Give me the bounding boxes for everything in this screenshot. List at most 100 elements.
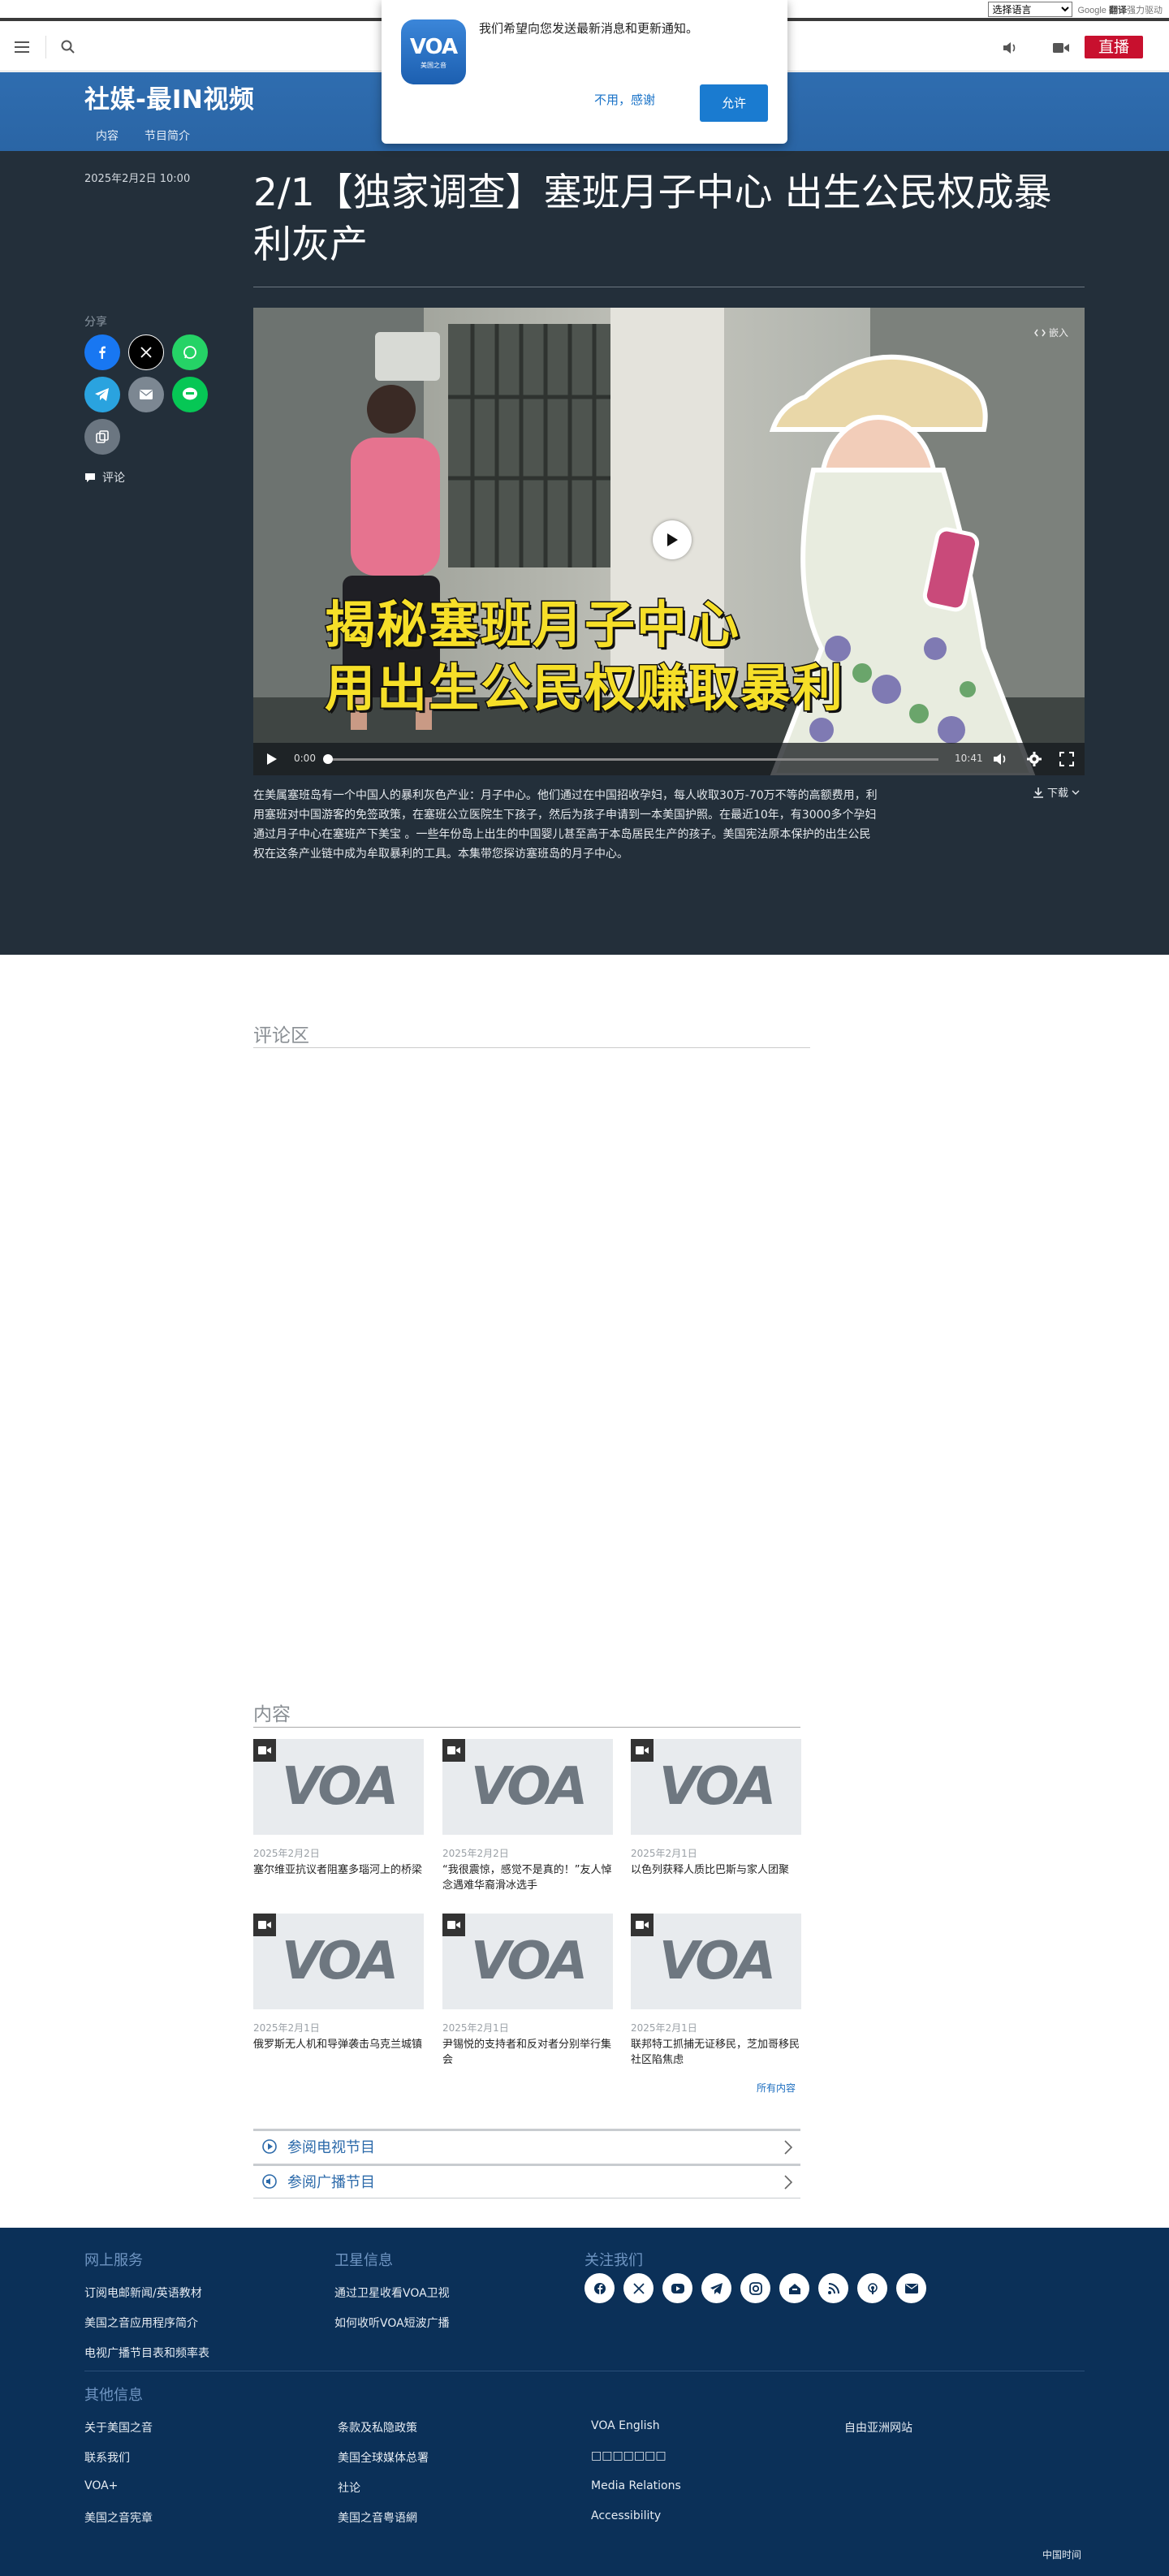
share-telegram-icon[interactable]	[84, 377, 120, 412]
content-title[interactable]: 塞尔维亚抗议者阻塞多瑙河上的桥梁	[253, 1862, 424, 1878]
section-title[interactable]: 社媒-最IN视频	[84, 79, 254, 115]
audio-speaker-icon[interactable]	[1002, 41, 1018, 55]
all-content-link[interactable]: 所有内容	[757, 2081, 796, 2095]
volume-icon[interactable]	[992, 751, 1008, 767]
footer-link[interactable]: 通过卫星收看VOA卫视	[334, 2285, 450, 2301]
share-whatsapp-icon[interactable]	[172, 334, 208, 370]
settings-gear-icon[interactable]	[1026, 751, 1042, 767]
footer-link[interactable]: 订阅电邮新闻/英语教材	[84, 2285, 202, 2301]
footer-link[interactable]: 社论	[338, 2479, 360, 2496]
comments-link[interactable]: 评论	[84, 469, 125, 485]
telegram-icon[interactable]	[701, 2273, 731, 2303]
content-title[interactable]: 尹锡悦的支持者和反对者分别举行集会	[442, 2037, 613, 2068]
footer-link[interactable]: 自由亚洲网站	[844, 2419, 912, 2436]
instagram-icon[interactable]	[740, 2273, 770, 2303]
x-icon[interactable]	[623, 2273, 654, 2303]
content-card[interactable]: VOA 2025年2月1日 俄罗斯无人机和导弹袭击乌克兰城镇	[253, 1914, 424, 2052]
footer-link[interactable]: 联系我们	[84, 2449, 130, 2466]
rss-icon[interactable]	[818, 2273, 848, 2303]
nav-program-intro-link[interactable]: 节目简介	[145, 127, 190, 144]
play-overlay-button[interactable]	[653, 520, 692, 559]
footer-link[interactable]: 条款及私隐政策	[338, 2419, 417, 2436]
share-email-icon[interactable]	[128, 377, 164, 412]
tv-schedule-button[interactable]: 参阅电视节目	[253, 2129, 800, 2161]
footer-link[interactable]: 美国之音宪章	[84, 2509, 153, 2526]
translate-suffix: 强力驱动	[1127, 5, 1163, 15]
footer-link[interactable]: □□□□□□□	[591, 2449, 666, 2462]
search-icon[interactable]	[60, 39, 76, 55]
content-card[interactable]: VOA 2025年2月2日 “我很震惊，感觉不是真的！”友人悼念遇难华裔滑冰选手	[442, 1739, 613, 1893]
content-thumbnail[interactable]: VOA	[253, 1914, 424, 2009]
menu-button[interactable]	[13, 39, 31, 55]
content-title[interactable]: “我很震惊，感觉不是真的！”友人悼念遇难华裔滑冰选手	[442, 1862, 613, 1893]
control-play-icon[interactable]	[263, 751, 279, 767]
fullscreen-icon[interactable]	[1059, 751, 1075, 767]
embed-label: 嵌入	[1048, 327, 1068, 339]
voa-logo: VOA	[658, 1757, 776, 1817]
other-info-title: 其他信息	[84, 2387, 143, 2404]
email-icon[interactable]	[896, 2273, 926, 2303]
youtube-icon[interactable]	[662, 2273, 692, 2303]
voa-logo: VOA	[470, 1931, 588, 1991]
footer-link[interactable]: VOA English	[591, 2419, 660, 2432]
comments-link-label: 评论	[102, 472, 125, 485]
share-facebook-icon[interactable]	[84, 334, 120, 370]
facebook-icon[interactable]	[584, 2273, 615, 2303]
content-card[interactable]: VOA 2025年2月1日 以色列获释人质比巴斯与家人团聚	[631, 1739, 801, 1878]
podcast-icon[interactable]	[779, 2273, 809, 2303]
content-title[interactable]: 联邦特工抓捕无证移民，芝加哥移民社区陷焦虑	[631, 2037, 801, 2068]
embed-icon	[1034, 329, 1046, 336]
satellite-info-title: 卫星信息	[334, 2252, 393, 2269]
content-thumbnail[interactable]: VOA	[442, 1914, 613, 2009]
footer-link[interactable]: 如何收听VOA短波广播	[334, 2315, 450, 2331]
footer-link[interactable]: VOA+	[84, 2479, 118, 2492]
voa-logo: VOA	[470, 1757, 588, 1817]
footer-link[interactable]: Media Relations	[591, 2479, 681, 2492]
download-button[interactable]: 下载	[1033, 784, 1080, 800]
language-select[interactable]: 选择语言	[988, 2, 1073, 17]
podcast-broadcast-icon[interactable]	[857, 2273, 887, 2303]
share-line-icon[interactable]	[172, 377, 208, 412]
content-thumbnail[interactable]: VOA	[631, 1914, 801, 2009]
voa-logo-text: VOA	[409, 34, 458, 59]
video-player[interactable]: 嵌入 揭秘塞班月子中心 用出生公民权赚取暴利 0:00 10:41	[253, 308, 1085, 775]
voa-app-logo: VOA 美国之音	[401, 19, 466, 84]
video-camera-icon[interactable]	[1052, 41, 1070, 55]
seek-bar[interactable]	[326, 758, 938, 761]
seek-handle[interactable]	[323, 754, 333, 764]
section-nav: 内容 节目简介	[96, 127, 190, 144]
share-x-icon[interactable]	[128, 334, 164, 370]
radio-schedule-button[interactable]: 参阅广播节目	[253, 2164, 800, 2196]
article-section: 2025年2月2日 10:00 2/1【独家调查】塞班月子中心 出生公民权成暴利…	[0, 151, 1169, 955]
radio-schedule-label: 参阅广播节目	[287, 2173, 375, 2191]
video-badge-icon	[442, 1914, 465, 1936]
video-badge-icon	[631, 1914, 654, 1936]
content-card[interactable]: VOA 2025年2月1日 尹锡悦的支持者和反对者分别举行集会	[442, 1914, 613, 2068]
content-title[interactable]: 以色列获释人质比巴斯与家人团聚	[631, 1862, 801, 1878]
content-date: 2025年2月1日	[631, 2022, 697, 2034]
decline-notifications-button[interactable]: 不用，感谢	[594, 91, 655, 108]
content-thumbnail[interactable]: VOA	[631, 1739, 801, 1835]
voa-logo: VOA	[658, 1931, 776, 1991]
content-title[interactable]: 俄罗斯无人机和导弹袭击乌克兰城镇	[253, 2037, 424, 2052]
embed-button[interactable]: 嵌入	[1034, 326, 1068, 339]
content-card[interactable]: VOA 2025年2月2日 塞尔维亚抗议者阻塞多瑙河上的桥梁	[253, 1739, 424, 1878]
allow-notifications-button[interactable]: 允许	[700, 84, 768, 122]
nav-content-link[interactable]: 内容	[96, 127, 119, 144]
current-time: 0:00	[294, 753, 316, 764]
footer-link[interactable]: Accessibility	[591, 2509, 661, 2522]
content-thumbnail[interactable]: VOA	[253, 1739, 424, 1835]
content-thumbnail[interactable]: VOA	[442, 1739, 613, 1835]
footer-link[interactable]: 关于美国之音	[84, 2419, 153, 2436]
live-button[interactable]: 直播	[1085, 36, 1143, 58]
copy-link-icon[interactable]	[84, 419, 120, 455]
content-date: 2025年2月2日	[253, 1848, 320, 1859]
footer-link[interactable]: 美国之音粤语網	[338, 2509, 417, 2526]
content-card[interactable]: VOA 2025年2月1日 联邦特工抓捕无证移民，芝加哥移民社区陷焦虑	[631, 1914, 801, 2068]
footer-link[interactable]: 美国全球媒体总署	[338, 2449, 429, 2466]
follow-us-title: 关注我们	[584, 2252, 643, 2269]
footer-link[interactable]: 电视广播节目表和频率表	[84, 2345, 209, 2361]
google-translate-credit: Google 翻译强力驱动	[1077, 3, 1163, 16]
share-buttons	[84, 334, 214, 455]
footer-link[interactable]: 美国之音应用程序简介	[84, 2315, 198, 2331]
